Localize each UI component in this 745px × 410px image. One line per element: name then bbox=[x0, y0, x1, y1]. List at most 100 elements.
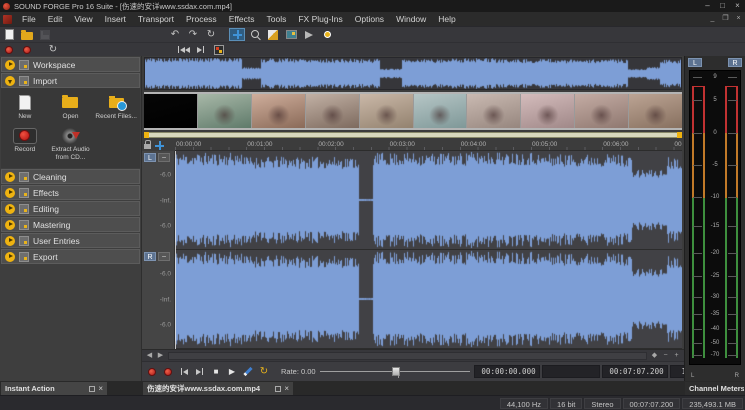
video-thumbnail[interactable] bbox=[467, 94, 520, 128]
sidebar-section-cleaning[interactable]: Cleaning bbox=[1, 169, 140, 184]
record-action-button[interactable]: Record bbox=[3, 125, 47, 163]
menu-edit[interactable]: Edit bbox=[42, 12, 69, 26]
extract-audio-button[interactable]: Extract Audio from CD... bbox=[49, 125, 93, 163]
undo-button[interactable]: ↶ bbox=[167, 28, 183, 41]
meter-left-button[interactable]: L bbox=[688, 58, 702, 67]
video-thumbnail[interactable] bbox=[629, 94, 682, 128]
left-channel-button[interactable]: L bbox=[144, 153, 156, 162]
zoom-out-button[interactable]: − bbox=[660, 350, 671, 361]
video-thumbnail[interactable] bbox=[198, 94, 251, 128]
selection-display[interactable] bbox=[542, 365, 600, 378]
menu-transport[interactable]: Transport bbox=[132, 12, 180, 26]
close-button[interactable]: × bbox=[730, 0, 745, 12]
time-ruler[interactable]: 00:00:00 00:01:00 00:02:00 00:03:00 00:0… bbox=[175, 139, 682, 151]
video-thumbnail[interactable] bbox=[414, 94, 467, 128]
playhead-cursor[interactable] bbox=[175, 151, 176, 250]
marker-tool-button[interactable] bbox=[241, 365, 255, 378]
video-thumbnail[interactable] bbox=[252, 94, 305, 128]
menu-options[interactable]: Options bbox=[349, 12, 390, 26]
menu-insert[interactable]: Insert bbox=[99, 12, 132, 26]
record-remote-button[interactable] bbox=[145, 365, 159, 378]
menu-view[interactable]: View bbox=[68, 12, 98, 26]
redo-button[interactable]: ↷ bbox=[185, 28, 201, 41]
navigate-tool-button[interactable] bbox=[229, 28, 245, 41]
play-button[interactable]: ▶ bbox=[225, 365, 239, 378]
loop-region-bar[interactable] bbox=[144, 132, 682, 138]
collapse-channel-button[interactable]: − bbox=[158, 252, 170, 261]
scrollbar-track[interactable] bbox=[168, 352, 647, 360]
doc-restore-button[interactable]: ❐ bbox=[719, 12, 732, 26]
pan-icon[interactable] bbox=[155, 141, 164, 150]
menu-window[interactable]: Window bbox=[390, 12, 432, 26]
go-to-end-button[interactable] bbox=[193, 43, 209, 56]
save-button[interactable] bbox=[37, 28, 53, 41]
edit-tool-button[interactable] bbox=[265, 28, 281, 41]
right-waveform[interactable] bbox=[175, 250, 682, 349]
open-action-button[interactable]: Open bbox=[49, 92, 93, 122]
menu-process[interactable]: Process bbox=[180, 12, 223, 26]
float-window-icon[interactable] bbox=[275, 386, 281, 392]
rate-slider[interactable] bbox=[320, 365, 470, 378]
sidebar-section-mastering[interactable]: Mastering bbox=[1, 217, 140, 232]
menu-file[interactable]: File bbox=[16, 12, 42, 26]
menu-help[interactable]: Help bbox=[432, 12, 461, 26]
record-button-toolbar[interactable] bbox=[19, 43, 35, 56]
overview-waveform[interactable] bbox=[145, 58, 681, 89]
repeat-button[interactable]: ↻ bbox=[203, 28, 219, 41]
maximize-button[interactable]: □ bbox=[715, 0, 730, 12]
doc-close-button[interactable]: × bbox=[732, 12, 745, 26]
previous-button[interactable] bbox=[177, 365, 191, 378]
touch-tool-button[interactable] bbox=[319, 28, 335, 41]
instant-action-tab[interactable]: Instant Action × bbox=[1, 382, 107, 395]
sidebar-section-user-entries[interactable]: User Entries bbox=[1, 233, 140, 248]
meter-right-button[interactable]: R bbox=[728, 58, 742, 67]
video-thumbnail[interactable] bbox=[306, 94, 359, 128]
left-waveform[interactable] bbox=[175, 151, 682, 250]
doc-minimize-button[interactable]: _ bbox=[706, 12, 719, 26]
video-thumbnail[interactable] bbox=[360, 94, 413, 128]
menu-fx-plug-ins[interactable]: FX Plug-Ins bbox=[292, 12, 348, 26]
snap-button[interactable] bbox=[211, 43, 227, 56]
stop-button[interactable]: ■ bbox=[209, 365, 223, 378]
menu-effects[interactable]: Effects bbox=[223, 12, 261, 26]
document-tab[interactable]: 伤速的安详www.ssdax.com.mp4 × bbox=[143, 382, 293, 395]
new-file-button[interactable] bbox=[1, 28, 17, 41]
right-channel-button[interactable]: R bbox=[144, 252, 156, 261]
record-button[interactable] bbox=[161, 365, 175, 378]
video-thumbnail[interactable] bbox=[575, 94, 628, 128]
scroll-right-button[interactable]: ▶ bbox=[155, 350, 166, 361]
audio-overview-strip[interactable] bbox=[144, 57, 682, 90]
recent-files-button[interactable]: Recent Files... bbox=[94, 92, 138, 122]
channel-meters-tab[interactable]: Channel Meters bbox=[685, 382, 744, 395]
zoom-in-button[interactable]: + bbox=[671, 350, 682, 361]
sidebar-section-editing[interactable]: Editing bbox=[1, 201, 140, 216]
next-button[interactable] bbox=[193, 365, 207, 378]
loop-playback-button[interactable]: ↻ bbox=[257, 365, 271, 378]
fade-tool-button[interactable] bbox=[301, 28, 317, 41]
video-thumbnail[interactable] bbox=[521, 94, 574, 128]
horizontal-scrollbar[interactable]: ◀ ▶ ◆ − + bbox=[142, 349, 684, 361]
event-tool-button[interactable] bbox=[283, 28, 299, 41]
open-file-button[interactable] bbox=[19, 28, 35, 41]
position-display[interactable]: 00:00:00.000 bbox=[474, 365, 540, 378]
sidebar-section-effects[interactable]: Effects bbox=[1, 185, 140, 200]
playhead-cursor[interactable] bbox=[175, 250, 176, 349]
video-thumbnail-strip[interactable] bbox=[144, 92, 682, 130]
close-icon[interactable]: × bbox=[98, 384, 103, 393]
magnify-tool-button[interactable] bbox=[247, 28, 263, 41]
float-window-icon[interactable] bbox=[89, 386, 95, 392]
sidebar-section-import[interactable]: Import bbox=[1, 73, 140, 88]
collapse-channel-button[interactable]: − bbox=[158, 153, 170, 162]
record-remote-button[interactable] bbox=[1, 43, 17, 56]
menu-tools[interactable]: Tools bbox=[261, 12, 293, 26]
minimize-button[interactable]: – bbox=[700, 0, 715, 12]
zoom-selection-button[interactable]: ◆ bbox=[649, 350, 660, 361]
close-icon[interactable]: × bbox=[284, 384, 289, 393]
video-thumbnail[interactable] bbox=[144, 94, 197, 128]
sidebar-section-export[interactable]: Export bbox=[1, 249, 140, 264]
total-length-display[interactable]: 00:07:07.200 bbox=[602, 365, 668, 378]
sidebar-section-workspace[interactable]: Workspace bbox=[1, 57, 140, 72]
scroll-left-button[interactable]: ◀ bbox=[144, 350, 155, 361]
loop-playback-button[interactable]: ↻ bbox=[45, 43, 61, 56]
lock-icon[interactable] bbox=[144, 144, 151, 149]
